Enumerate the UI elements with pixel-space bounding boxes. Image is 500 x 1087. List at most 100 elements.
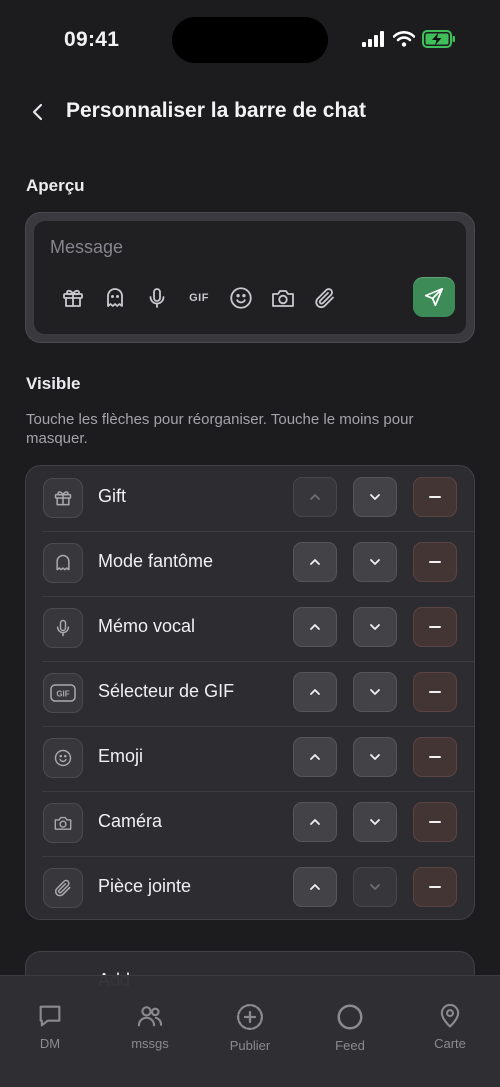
emoji-icon[interactable] — [220, 283, 262, 313]
chevron-down-icon — [370, 559, 380, 565]
hide-button[interactable] — [413, 802, 457, 842]
minus-icon — [429, 821, 441, 823]
chevron-down-icon — [370, 494, 380, 500]
list-item: Caméra — [26, 791, 474, 856]
circle-icon — [337, 1004, 363, 1030]
item-label: Pièce jointe — [98, 876, 192, 896]
move-up-button[interactable] — [293, 607, 337, 647]
chevron-up-icon — [310, 559, 320, 565]
gif-icon: GIF — [43, 673, 83, 713]
tab-label: DM — [39, 1036, 61, 1051]
mic-icon — [43, 608, 83, 648]
item-label: Caméra — [98, 811, 163, 831]
send-icon — [424, 287, 444, 307]
visible-section-label: Visible — [26, 374, 81, 393]
status-time: 09:41 — [64, 28, 120, 51]
move-up-button[interactable] — [293, 477, 337, 517]
minus-icon — [429, 626, 441, 628]
list-item: GIF Sélecteur de GIF — [26, 661, 474, 726]
tab-carte[interactable]: Carte — [400, 976, 500, 1087]
chevron-up-icon — [310, 884, 320, 890]
paperclip-icon — [43, 868, 83, 908]
plus-circle-icon — [237, 1004, 263, 1030]
chevron-down-icon — [370, 689, 380, 695]
wifi-icon — [392, 31, 416, 52]
back-button[interactable] — [26, 98, 50, 126]
dynamic-island — [172, 17, 328, 63]
page-title: Personnaliser la barre de chat — [66, 99, 366, 122]
hide-button[interactable] — [413, 737, 457, 777]
tab-feed[interactable]: Feed — [300, 976, 400, 1087]
hide-button[interactable] — [413, 672, 457, 712]
gif-text: GIF — [189, 292, 209, 304]
signal-icon — [362, 31, 386, 52]
move-down-button[interactable] — [353, 737, 397, 777]
chevron-down-icon — [370, 819, 380, 825]
map-pin-icon — [440, 1003, 460, 1028]
minus-icon — [429, 691, 441, 693]
minus-icon — [429, 561, 441, 563]
chevron-up-icon — [310, 819, 320, 825]
move-down-button[interactable] — [353, 672, 397, 712]
ghost-icon[interactable] — [94, 283, 136, 313]
header: Personnaliser la barre de chat — [0, 92, 500, 132]
minus-icon — [429, 496, 441, 498]
mic-icon[interactable] — [136, 283, 178, 313]
chevron-left-icon — [32, 103, 43, 121]
tab-mssgs[interactable]: mssgs — [100, 976, 200, 1087]
message-input[interactable] — [50, 237, 350, 258]
chevron-up-icon — [310, 689, 320, 695]
move-down-button[interactable] — [353, 607, 397, 647]
gift-icon — [43, 478, 83, 518]
item-label: Mémo vocal — [98, 616, 196, 636]
move-down-button[interactable] — [353, 802, 397, 842]
move-down-button[interactable] — [353, 542, 397, 582]
gift-icon[interactable] — [52, 283, 94, 313]
move-down-button[interactable] — [353, 867, 397, 907]
move-down-button[interactable] — [353, 477, 397, 517]
item-label: Mode fantôme — [98, 551, 214, 571]
gif-text: GIF — [56, 690, 69, 699]
chat-bar-preview: GIF — [25, 212, 475, 343]
emoji-icon — [43, 738, 83, 778]
status-bar: 09:41 — [0, 0, 500, 80]
status-icons — [362, 30, 456, 53]
send-button[interactable] — [413, 277, 455, 317]
camera-icon[interactable] — [262, 283, 304, 313]
chevron-up-icon — [310, 494, 320, 500]
people-icon — [137, 1006, 163, 1027]
chevron-up-icon — [310, 754, 320, 760]
item-label: Sélecteur de GIF — [98, 681, 235, 701]
tab-label: Carte — [434, 1036, 466, 1051]
tab-publier[interactable]: Publier — [200, 976, 300, 1087]
hide-button[interactable] — [413, 867, 457, 907]
chevron-down-icon — [370, 754, 380, 760]
tab-label: Feed — [335, 1038, 365, 1053]
chevron-up-icon — [310, 624, 320, 630]
move-up-button[interactable] — [293, 737, 337, 777]
gif-icon[interactable]: GIF — [178, 283, 220, 313]
move-up-button[interactable] — [293, 802, 337, 842]
chat-bubble-icon — [39, 1005, 61, 1027]
camera-icon — [43, 803, 83, 843]
list-item: Pièce jointe — [26, 856, 474, 919]
visible-hint: Touche les flèches pour réorganiser. Tou… — [26, 411, 414, 447]
minus-icon — [429, 756, 441, 758]
chevron-down-icon — [370, 624, 380, 630]
hide-button[interactable] — [413, 542, 457, 582]
hide-button[interactable] — [413, 477, 457, 517]
minus-icon — [429, 886, 441, 888]
battery-charging-icon — [422, 30, 456, 53]
item-label: Emoji — [98, 746, 144, 766]
move-up-button[interactable] — [293, 867, 337, 907]
tab-dm[interactable]: DM — [0, 976, 100, 1087]
paperclip-icon[interactable] — [304, 283, 346, 313]
move-up-button[interactable] — [293, 672, 337, 712]
item-label: Gift — [98, 486, 127, 506]
tab-label: mssgs — [131, 1036, 169, 1051]
list-item: Emoji — [26, 726, 474, 791]
move-up-button[interactable] — [293, 542, 337, 582]
list-item: Gift — [26, 466, 474, 531]
tab-label: Publier — [229, 1038, 271, 1053]
hide-button[interactable] — [413, 607, 457, 647]
